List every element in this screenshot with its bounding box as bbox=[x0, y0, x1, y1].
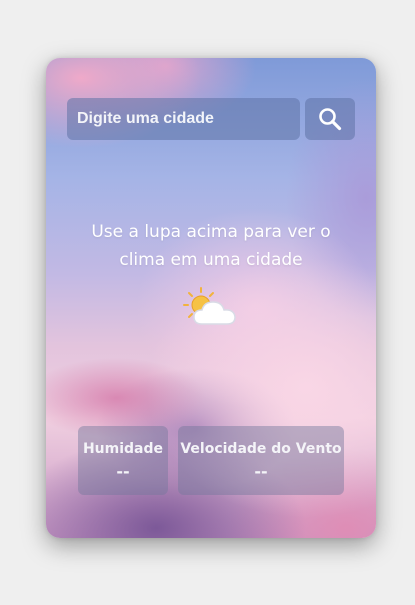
humidity-value: -- bbox=[116, 462, 130, 481]
search-bar bbox=[67, 98, 355, 140]
page: Use a lupa acima para ver o clima em uma… bbox=[0, 0, 415, 605]
instruction-message: Use a lupa acima para ver o clima em uma… bbox=[91, 222, 331, 270]
humidity-box: Humidade -- bbox=[78, 426, 168, 495]
search-icon bbox=[319, 108, 342, 131]
humidity-label: Humidade bbox=[82, 441, 164, 457]
wind-speed-box: Velocidade do Vento -- bbox=[178, 426, 344, 495]
weather-card: Use a lupa acima para ver o clima em uma… bbox=[46, 58, 376, 538]
wind-speed-value: -- bbox=[254, 462, 268, 481]
city-search-input[interactable] bbox=[67, 98, 300, 140]
sun-behind-cloud-icon bbox=[183, 287, 236, 325]
search-button[interactable] bbox=[305, 98, 355, 140]
wind-speed-label: Velocidade do Vento bbox=[180, 441, 342, 457]
